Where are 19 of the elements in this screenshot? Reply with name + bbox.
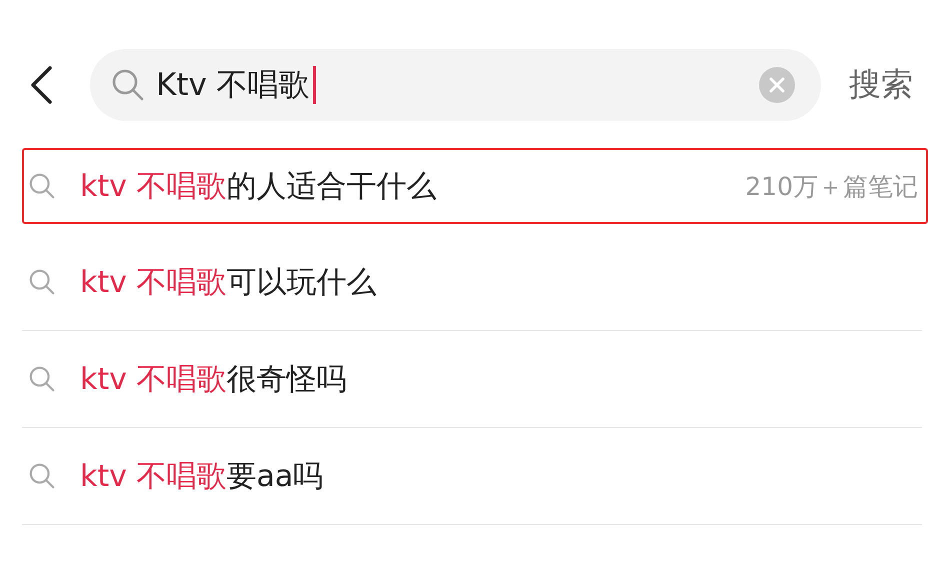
search-icon xyxy=(110,67,146,103)
search-button[interactable]: 搜索 xyxy=(849,63,913,107)
back-icon[interactable] xyxy=(28,65,54,105)
text-cursor xyxy=(312,66,316,104)
search-query: Ktv 不唱歌 xyxy=(156,66,310,105)
suggestion-item[interactable]: ktv 不唱歌的人适合干什么 210万＋篇笔记 xyxy=(22,148,928,224)
search-icon xyxy=(28,365,56,393)
suggestion-text: ktv 不唱歌很奇怪吗 xyxy=(80,360,346,398)
suggestion-text: ktv 不唱歌的人适合干什么 xyxy=(80,168,436,206)
note-count: 210万＋篇笔记 xyxy=(745,170,918,202)
search-icon xyxy=(28,172,56,200)
suggestion-item[interactable]: ktv 不唱歌很奇怪吗 xyxy=(22,331,922,428)
search-icon xyxy=(28,268,56,296)
search-field[interactable]: Ktv 不唱歌 xyxy=(90,49,821,121)
suggestion-text: ktv 不唱歌可以玩什么 xyxy=(80,264,376,302)
suggestion-text: ktv 不唱歌要aa吗 xyxy=(80,458,324,496)
suggestion-item[interactable]: ktv 不唱歌可以玩什么 xyxy=(22,234,922,331)
search-icon xyxy=(28,462,56,490)
suggestion-item[interactable]: ktv 不唱歌要aa吗 xyxy=(22,428,922,525)
